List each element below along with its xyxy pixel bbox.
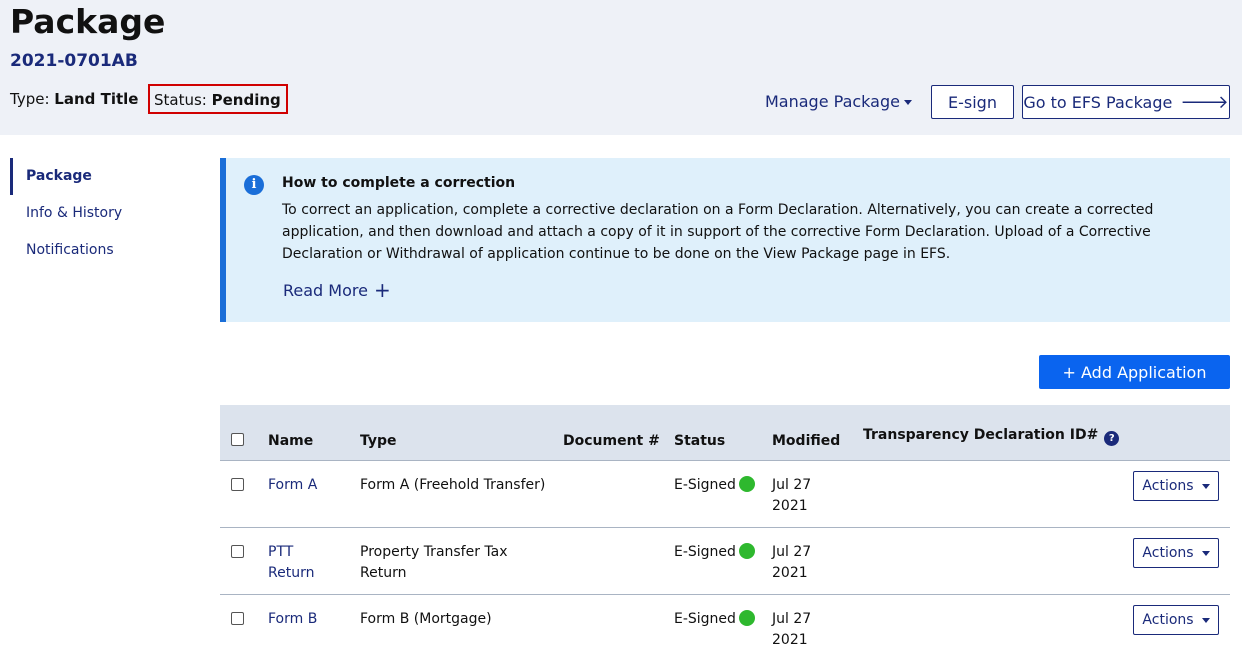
- status-text: E-Signed: [674, 611, 736, 627]
- row-type: Property Transfer Tax Return: [360, 542, 508, 584]
- read-more-label: Read More: [283, 281, 368, 300]
- package-type: Type: Land Title: [10, 90, 138, 108]
- info-callout: i How to complete a correction To correc…: [220, 158, 1230, 322]
- row-checkbox[interactable]: [231, 478, 244, 491]
- row-modified: Jul 27 2021: [772, 475, 811, 517]
- side-navigation: Package Info & History Notifications: [10, 158, 190, 269]
- status-label: Status:: [154, 91, 207, 109]
- add-application-button[interactable]: + Add Application: [1039, 355, 1230, 389]
- info-body: To correct an application, complete a co…: [282, 202, 1154, 262]
- row-checkbox[interactable]: [231, 545, 244, 558]
- go-to-efs-button[interactable]: Go to EFS Package 🡒: [1022, 85, 1230, 119]
- status-dot-icon: [738, 543, 755, 559]
- row-type-line-2: Return: [360, 565, 407, 581]
- modified-year: 2021: [772, 632, 808, 648]
- table-row: PTT Return Property Transfer Tax Return …: [220, 528, 1230, 595]
- row-type: Form A (Freehold Transfer): [360, 477, 546, 493]
- actions-label: Actions: [1142, 478, 1194, 494]
- status-text: E-Signed: [674, 544, 736, 560]
- arrow-right-icon: 🡒: [1180, 91, 1229, 113]
- info-title: How to complete a correction: [282, 175, 516, 191]
- actions-label: Actions: [1142, 545, 1194, 561]
- status-text: E-Signed: [674, 477, 736, 493]
- manage-package-label: Manage Package: [765, 92, 900, 111]
- chevron-down-icon: [1201, 617, 1210, 623]
- sidebar-item-package[interactable]: Package: [10, 158, 190, 195]
- row-modified: Jul 27 2021: [772, 542, 811, 584]
- column-header-transparency: Transparency Declaration ID#?: [863, 427, 1120, 446]
- modified-date: Jul 27: [772, 611, 812, 627]
- package-id: 2021-0701AB: [10, 51, 138, 71]
- chevron-down-icon: [1201, 483, 1210, 489]
- row-checkbox[interactable]: [231, 612, 244, 625]
- efs-label: Go to EFS Package: [1023, 92, 1173, 112]
- modified-year: 2021: [772, 565, 808, 581]
- row-status: E-Signed: [674, 542, 755, 563]
- column-header-modified: Modified: [772, 433, 841, 449]
- row-type: Form B (Mortgage): [360, 611, 492, 627]
- modified-year: 2021: [772, 498, 808, 514]
- help-icon[interactable]: ?: [1104, 431, 1120, 446]
- row-status: E-Signed: [674, 609, 755, 630]
- type-value: Land Title: [54, 90, 139, 108]
- modified-date: Jul 27: [772, 477, 812, 493]
- select-all-checkbox[interactable]: [231, 433, 244, 446]
- row-modified: Jul 27 2021: [772, 609, 811, 651]
- esign-button[interactable]: E-sign: [931, 85, 1014, 119]
- status-value: Pending: [211, 91, 281, 109]
- sidebar-item-notifications[interactable]: Notifications: [10, 232, 190, 269]
- status-dot-icon: [738, 476, 755, 492]
- esign-label: E-sign: [948, 92, 997, 112]
- table-row: Form A Form A (Freehold Transfer) E-Sign…: [220, 461, 1230, 528]
- type-label: Type:: [10, 90, 50, 108]
- chevron-down-icon: [1201, 550, 1210, 556]
- row-status: E-Signed: [674, 475, 755, 496]
- actions-button[interactable]: Actions: [1133, 471, 1219, 501]
- row-name-link[interactable]: Form A: [268, 475, 317, 496]
- column-header-type: Type: [360, 433, 397, 449]
- plus-icon: +: [373, 278, 391, 302]
- page-header: Package 2021-0701AB Type: Land Title Sta…: [0, 0, 1242, 135]
- column-header-name: Name: [268, 433, 314, 449]
- transparency-label: Transparency Declaration ID#: [863, 427, 1099, 443]
- manage-package-dropdown[interactable]: Manage Package: [765, 92, 912, 111]
- table-row: Form B Form B (Mortgage) E-Signed Jul 27…: [220, 595, 1230, 655]
- row-type-line-1: Property Transfer Tax: [360, 544, 508, 560]
- column-header-document: Document #: [563, 433, 660, 449]
- chevron-down-icon: [903, 100, 912, 105]
- sidebar-item-info-history[interactable]: Info & History: [10, 195, 190, 232]
- row-name-link[interactable]: Form B: [268, 609, 317, 630]
- read-more-link[interactable]: Read More +: [283, 278, 391, 302]
- modified-date: Jul 27: [772, 544, 812, 560]
- table-header: Name Type Document # Status Modified Tra…: [220, 405, 1230, 461]
- row-name-line-1: PTT: [268, 544, 294, 560]
- page-title: Package: [10, 2, 166, 41]
- info-icon: i: [244, 175, 264, 195]
- actions-button[interactable]: Actions: [1133, 605, 1219, 635]
- actions-label: Actions: [1142, 612, 1194, 628]
- row-name-link[interactable]: PTT Return: [268, 542, 314, 584]
- status-dot-icon: [738, 610, 755, 626]
- column-header-status: Status: [674, 433, 726, 449]
- actions-button[interactable]: Actions: [1133, 538, 1219, 568]
- package-status: Status: Pending: [148, 84, 288, 114]
- applications-table: Name Type Document # Status Modified Tra…: [220, 405, 1230, 655]
- row-name-line-2: Return: [268, 565, 315, 581]
